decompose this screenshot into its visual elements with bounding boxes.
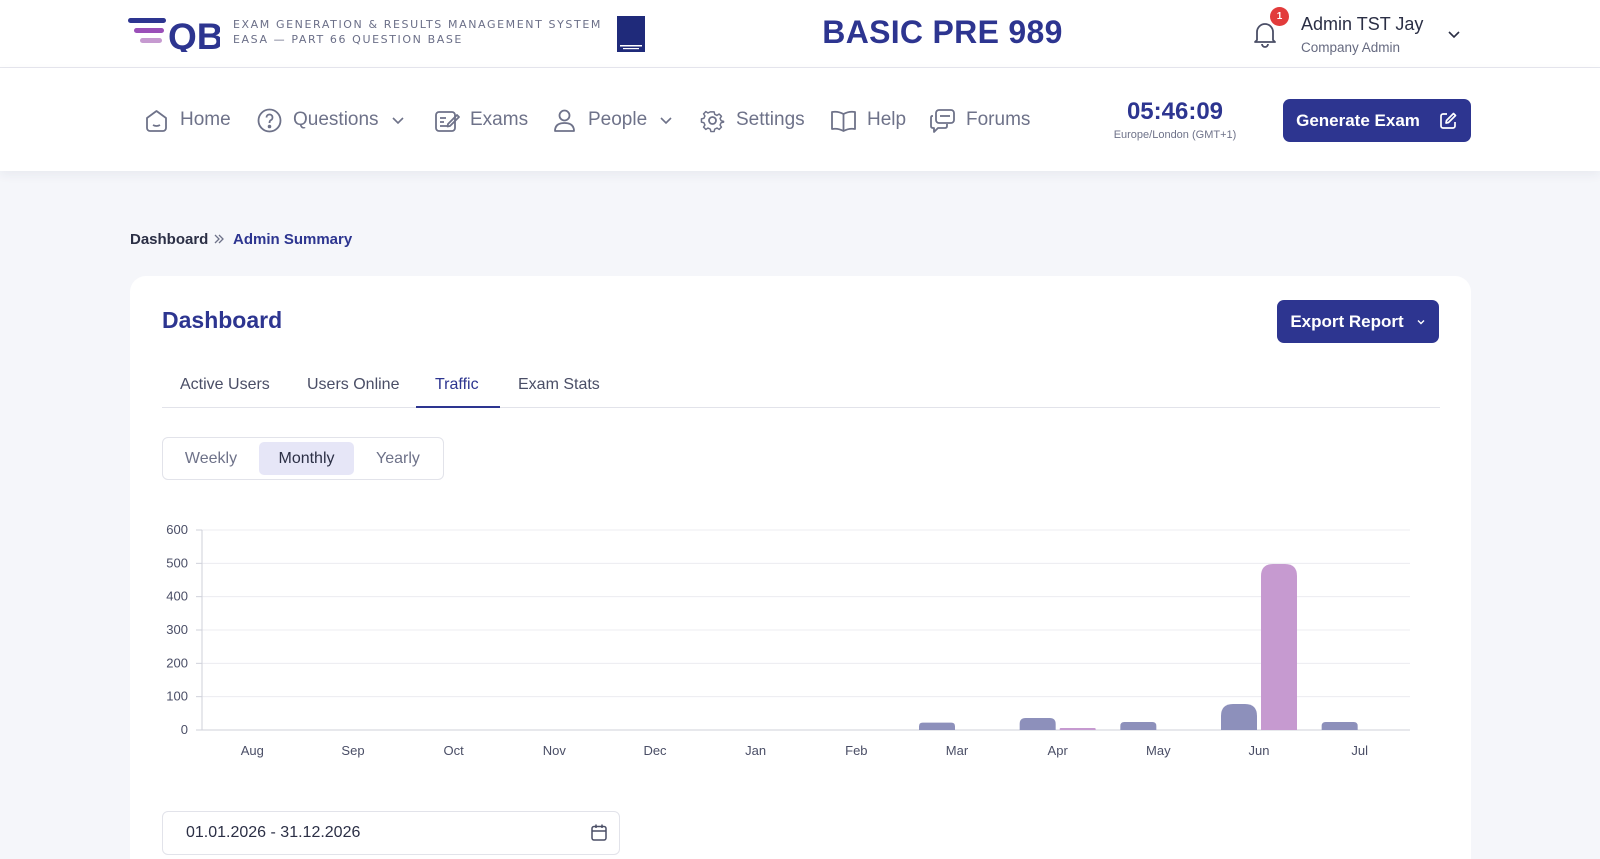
nav-label-settings: Settings	[736, 109, 805, 130]
user-role: Company Admin	[1301, 40, 1401, 55]
logo-subtitle: EXAM GENERATION & RESULTS MANAGEMENT SYS…	[233, 17, 602, 47]
y-tick-label: 400	[166, 589, 188, 604]
chat-bubbles-icon	[930, 108, 955, 133]
nav-item-exams[interactable]: Exams	[433, 104, 528, 136]
export-report-button[interactable]: Export Report	[1277, 300, 1439, 343]
book-icon	[831, 110, 856, 132]
tab-traffic[interactable]: Traffic	[435, 376, 479, 394]
exam-edit-icon	[435, 110, 460, 132]
export-report-label: Export Report	[1290, 311, 1404, 331]
x-tick-label: Jul	[1351, 743, 1368, 758]
notification-badge: 1	[1270, 7, 1289, 26]
logo-subtitle-line1: EXAM GENERATION & RESULTS MANAGEMENT SYS…	[233, 18, 602, 31]
nav-label-exams: Exams	[470, 109, 529, 130]
double-chevron-right-icon	[214, 234, 224, 244]
x-tick-label: Mar	[946, 743, 969, 758]
period-monthly-button[interactable]: Monthly	[259, 442, 354, 475]
app-title: BASIC PRE 989	[822, 14, 1063, 50]
authority-crest-icon	[617, 16, 645, 52]
generate-exam-button[interactable]: Generate Exam	[1283, 99, 1471, 142]
date-range-value: 01.01.2026 - 31.12.2026	[186, 824, 361, 841]
y-tick-label: 300	[166, 622, 188, 637]
y-tick-label: 600	[166, 525, 188, 537]
user-name[interactable]: Admin TST Jay	[1301, 14, 1423, 35]
y-tick-label: 100	[166, 689, 188, 704]
timezone-label: Europe/London (GMT+1)	[1113, 129, 1237, 141]
active-tab-indicator	[416, 406, 500, 408]
chevron-down-icon	[391, 117, 404, 125]
page-title: Dashboard	[162, 307, 283, 333]
x-tick-label: Jan	[745, 743, 766, 758]
nav-item-settings[interactable]: Settings	[699, 104, 805, 136]
nav-label-people: People	[588, 109, 648, 130]
edit-icon	[1440, 112, 1457, 129]
x-tick-label: Apr	[1048, 743, 1069, 758]
tabs-divider	[162, 407, 1440, 408]
x-tick-label: Dec	[643, 743, 667, 758]
x-tick-label: Sep	[341, 743, 364, 758]
period-weekly-button[interactable]: Weekly	[166, 442, 256, 475]
nav-item-questions[interactable]: Questions	[256, 104, 405, 136]
gear-icon	[700, 110, 725, 132]
nav-label-forums: Forums	[966, 109, 1031, 130]
x-tick-label: Nov	[543, 743, 567, 758]
chevron-down-icon	[660, 117, 672, 125]
x-tick-label: Aug	[241, 743, 264, 758]
question-circle-icon	[257, 108, 282, 132]
x-tick-label: Oct	[444, 743, 465, 758]
calendar-icon[interactable]	[590, 823, 608, 842]
bar-jun-series-2	[1261, 564, 1297, 730]
bar-jul-series-1	[1321, 722, 1358, 730]
x-tick-label: Feb	[845, 743, 867, 758]
bar-mar-series-1	[919, 722, 955, 730]
chevron-down-icon	[1417, 319, 1425, 324]
chevron-down-icon[interactable]	[1446, 26, 1462, 42]
clock: 05:46:09	[1126, 98, 1224, 125]
nav-label-questions: Questions	[293, 109, 379, 130]
y-tick-label: 200	[166, 655, 188, 670]
nav-label-help: Help	[867, 109, 907, 130]
svg-text:QB: QB	[168, 16, 220, 52]
traffic-bar-chart: 0 100 200 300 400 500 600 Aug Sep Oct Nov Dec Jan Feb…	[166, 525, 1410, 758]
nav-item-home[interactable]: Home	[143, 104, 231, 136]
tab-active-users[interactable]: Active Users	[180, 376, 270, 394]
tab-exam-stats[interactable]: Exam Stats	[518, 376, 600, 394]
y-tick-label: 0	[181, 722, 188, 737]
qb-logo[interactable]: QB	[128, 16, 220, 52]
bar-apr-series-2	[1059, 728, 1096, 730]
bar-apr-series-1	[1019, 718, 1056, 730]
bar-may-series-1	[1120, 722, 1157, 730]
x-tick-label: Jun	[1249, 743, 1270, 758]
nav-item-people[interactable]: People	[551, 104, 673, 136]
person-icon	[554, 109, 575, 132]
nav-item-help[interactable]: Help	[830, 104, 906, 136]
logo-subtitle-line2: EASA — PART 66 QUESTION BASE	[233, 33, 463, 46]
x-tick-label: May	[1146, 743, 1171, 758]
nav-label-home: Home	[180, 109, 231, 130]
bar-jun-series-1	[1221, 704, 1257, 730]
generate-exam-label: Generate Exam	[1296, 110, 1420, 130]
period-yearly-button[interactable]: Yearly	[356, 442, 440, 475]
nav-item-forums[interactable]: Forums	[929, 104, 1030, 136]
breadcrumb-dashboard[interactable]: Dashboard	[130, 231, 208, 248]
breadcrumb-admin-summary: Admin Summary	[233, 231, 353, 248]
home-icon	[146, 109, 167, 132]
tab-users-online[interactable]: Users Online	[307, 376, 399, 394]
y-tick-label: 500	[166, 555, 188, 570]
